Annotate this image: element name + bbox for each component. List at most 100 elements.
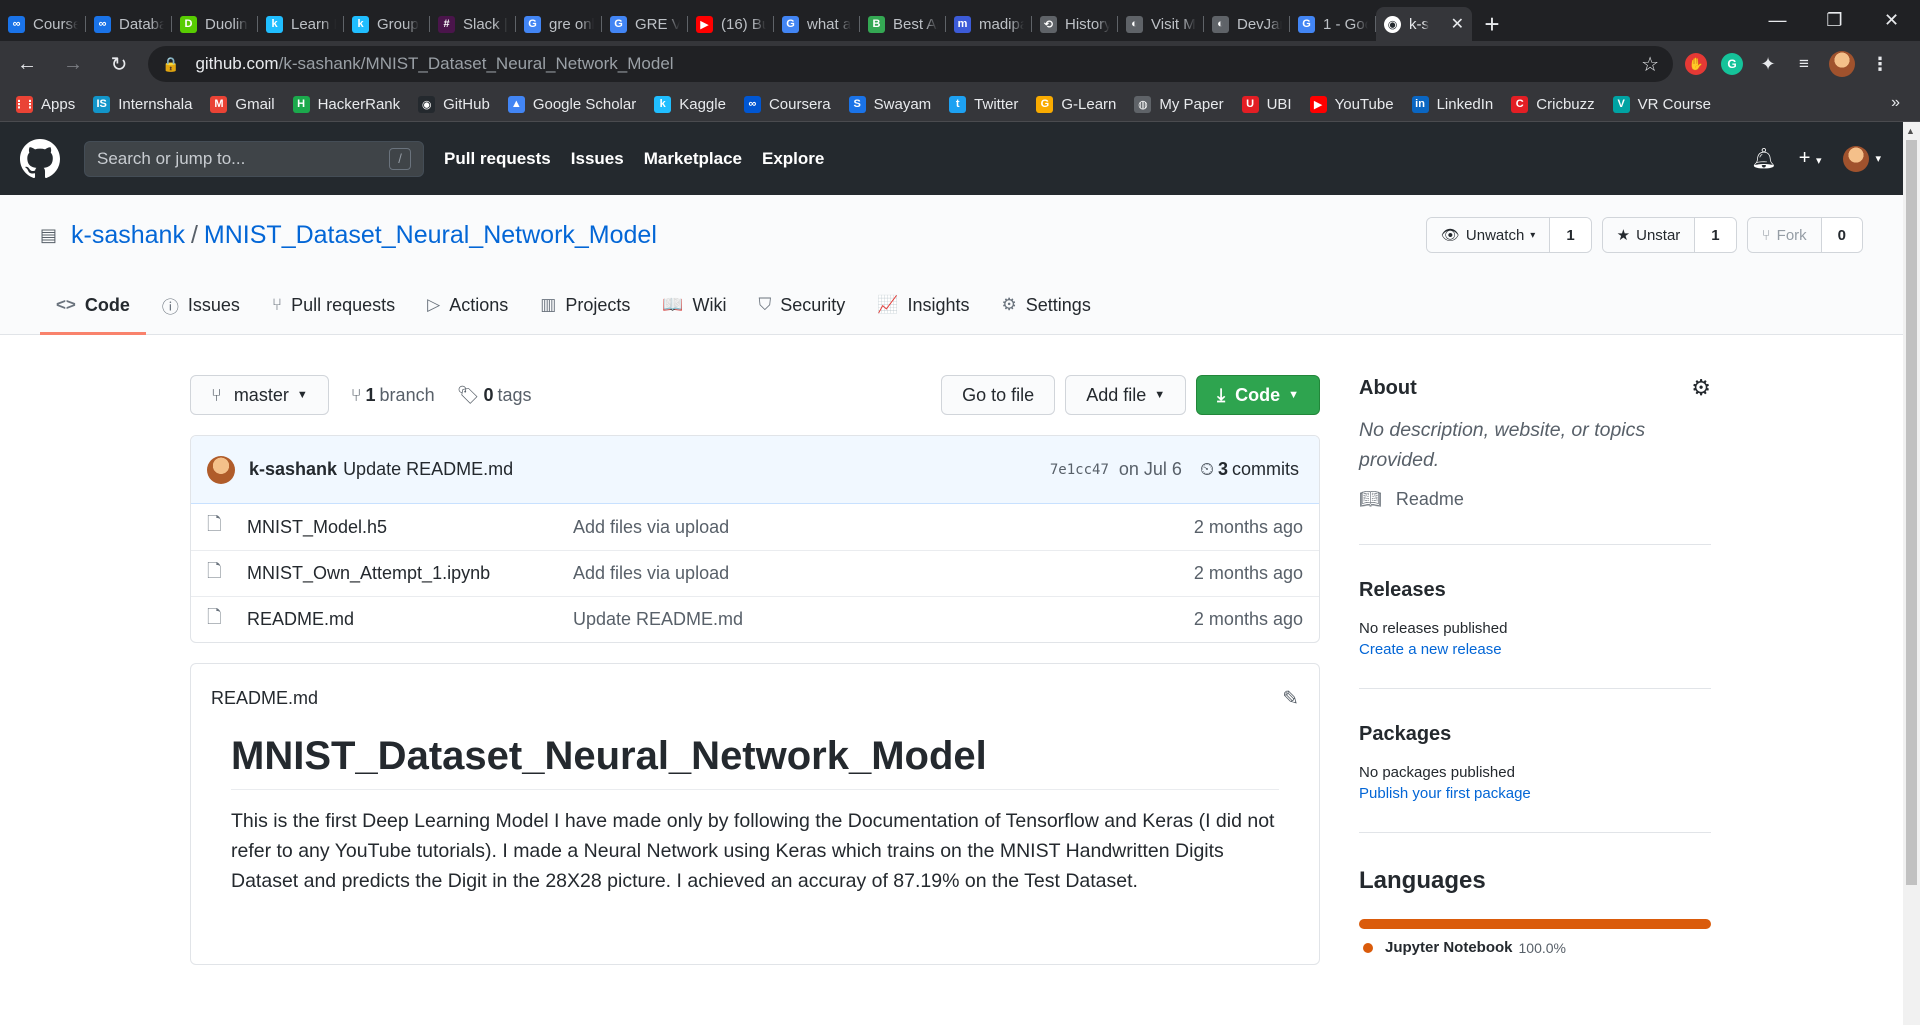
forward-button[interactable]: → bbox=[54, 45, 92, 83]
nav-issues[interactable]: Issues bbox=[571, 149, 624, 169]
bookmark-item[interactable]: V VR Course bbox=[1612, 95, 1711, 113]
readme-link[interactable]: 📖︎ Readme bbox=[1359, 489, 1711, 510]
commit-message[interactable]: Update README.md bbox=[343, 459, 513, 480]
tab-close-icon[interactable]: ✕ bbox=[1451, 14, 1464, 34]
chrome-menu-icon[interactable]: ⋮ bbox=[1869, 53, 1891, 75]
bookmark-item[interactable]: ▲ Google Scholar bbox=[507, 95, 636, 113]
bookmark-item[interactable]: ▶ YouTube bbox=[1309, 95, 1394, 113]
branches-link[interactable]: ⑂ 1 branch bbox=[351, 385, 435, 406]
scroll-up-arrow-icon[interactable]: ▲ bbox=[1906, 126, 1915, 136]
puzzle-extensions-icon[interactable]: ✦ bbox=[1757, 53, 1779, 75]
bookmark-item[interactable]: ◍ My Paper bbox=[1134, 95, 1224, 113]
browser-tab[interactable]: ◐ Visit M bbox=[1118, 7, 1204, 41]
packages-title[interactable]: Packages bbox=[1359, 723, 1711, 746]
browser-tab[interactable]: ∞ Course bbox=[0, 7, 86, 41]
language-item[interactable]: Jupyter Notebook 100.0% bbox=[1359, 939, 1711, 956]
tab-security[interactable]: ⛉ Security bbox=[743, 276, 862, 334]
media-control-icon[interactable]: ≡ bbox=[1793, 53, 1815, 75]
fork-button[interactable]: ⑂ Fork bbox=[1747, 218, 1822, 252]
browser-tab[interactable]: Ggre onl bbox=[516, 7, 602, 41]
notifications-bell-icon[interactable]: 🔔︎ bbox=[1751, 146, 1776, 171]
nav-explore[interactable]: Explore bbox=[762, 149, 824, 169]
address-bar[interactable]: 🔒 github.com/k-sashank/MNIST_Dataset_Neu… bbox=[148, 46, 1673, 82]
bookmarks-overflow-button[interactable]: » bbox=[1891, 94, 1900, 112]
star-count[interactable]: 1 bbox=[1695, 218, 1736, 252]
bookmark-item[interactable]: t Twitter bbox=[949, 95, 1018, 113]
browser-tab[interactable]: # Slack | bbox=[430, 7, 516, 41]
browser-tab[interactable]: G GRE Ve bbox=[602, 7, 688, 41]
bookmark-item[interactable]: C Cricbuzz bbox=[1511, 95, 1595, 113]
github-search-input[interactable]: Search or jump to... / bbox=[84, 140, 424, 177]
gear-icon[interactable]: ⚙ bbox=[1691, 375, 1711, 401]
branch-select-button[interactable]: ⑂ master ▼ bbox=[190, 375, 329, 415]
tab-issues[interactable]: ⓘ Issues bbox=[146, 276, 256, 334]
watch-count[interactable]: 1 bbox=[1550, 218, 1591, 252]
file-name-link[interactable]: MNIST_Model.h5 bbox=[247, 517, 573, 538]
repo-owner-link[interactable]: k-sashank bbox=[71, 221, 185, 250]
browser-tab[interactable]: ◐ DevJan bbox=[1204, 7, 1290, 41]
browser-tab[interactable]: k Group bbox=[344, 7, 430, 41]
add-file-button[interactable]: Add file ▼ bbox=[1065, 375, 1187, 415]
bookmark-item[interactable]: M Gmail bbox=[210, 95, 275, 113]
browser-profile-avatar[interactable] bbox=[1829, 51, 1855, 77]
grammarly-extension-icon[interactable]: G bbox=[1721, 53, 1743, 75]
file-commit-message[interactable]: Add files via upload bbox=[573, 563, 729, 584]
bookmark-star-icon[interactable]: ☆ bbox=[1641, 52, 1659, 77]
tab-insights[interactable]: 📈 Insights bbox=[861, 276, 985, 334]
browser-tab[interactable]: B Best Ar bbox=[860, 7, 946, 41]
browser-tab[interactable]: m madipa bbox=[946, 7, 1032, 41]
bookmark-item[interactable]: k Kaggle bbox=[654, 95, 726, 113]
minimize-button[interactable]: — bbox=[1749, 0, 1806, 41]
nav-marketplace[interactable]: Marketplace bbox=[644, 149, 742, 169]
page-scrollbar[interactable]: ▲ bbox=[1903, 122, 1920, 1025]
scrollbar-thumb[interactable] bbox=[1906, 140, 1917, 885]
nav-pull-requests[interactable]: Pull requests bbox=[444, 149, 551, 169]
reload-button[interactable]: ↻ bbox=[100, 45, 138, 83]
file-name-link[interactable]: MNIST_Own_Attempt_1.ipynb bbox=[247, 563, 573, 584]
releases-title[interactable]: Releases bbox=[1359, 579, 1711, 602]
browser-tab[interactable]: D Duolin bbox=[172, 7, 258, 41]
commits-link[interactable]: ⏲ 3 commits bbox=[1200, 459, 1299, 480]
new-tab-button[interactable]: + bbox=[1472, 7, 1512, 41]
bookmark-item[interactable]: ◉ GitHub bbox=[418, 95, 490, 113]
go-to-file-button[interactable]: Go to file bbox=[941, 375, 1056, 415]
browser-tab[interactable]: ⟲ History bbox=[1032, 7, 1118, 41]
unstar-button[interactable]: ★ Unstar bbox=[1602, 218, 1696, 252]
pencil-edit-icon[interactable]: ✎ bbox=[1282, 686, 1299, 711]
avatar[interactable] bbox=[207, 455, 235, 484]
tab-settings[interactable]: ⚙ Settings bbox=[986, 276, 1107, 334]
restore-button[interactable]: ❐ bbox=[1806, 0, 1863, 41]
bookmark-item[interactable]: G G-Learn bbox=[1036, 95, 1116, 113]
browser-tab[interactable]: ∞ Databa bbox=[86, 7, 172, 41]
adblock-extension-icon[interactable]: ✋ bbox=[1685, 53, 1707, 75]
browser-tab[interactable]: G 1 - Goo bbox=[1290, 7, 1376, 41]
create-release-link[interactable]: Create a new release bbox=[1359, 641, 1711, 658]
code-download-button[interactable]: ⤓ Code ▼ bbox=[1196, 375, 1320, 415]
bookmark-item[interactable]: H HackerRank bbox=[292, 95, 400, 113]
file-commit-message[interactable]: Update README.md bbox=[573, 609, 743, 630]
repo-name-link[interactable]: MNIST_Dataset_Neural_Network_Model bbox=[204, 221, 657, 250]
bookmark-item[interactable]: S Swayam bbox=[848, 95, 931, 113]
tab-pull-requests[interactable]: ⑂ Pull requests bbox=[256, 276, 411, 334]
bookmark-item[interactable]: in LinkedIn bbox=[1411, 95, 1493, 113]
browser-tab[interactable]: Gwhat a bbox=[774, 7, 860, 41]
tab-wiki[interactable]: 📖 Wiki bbox=[646, 276, 742, 334]
tab-actions[interactable]: ▷ Actions bbox=[411, 276, 524, 334]
browser-tab[interactable]: ▶ (16) Bu bbox=[688, 7, 774, 41]
commit-author[interactable]: k-sashank bbox=[249, 459, 337, 480]
tab-code[interactable]: <> Code bbox=[40, 276, 146, 335]
tab-projects[interactable]: ▥ Projects bbox=[524, 276, 646, 334]
back-button[interactable]: ← bbox=[8, 45, 46, 83]
file-commit-message[interactable]: Add files via upload bbox=[573, 517, 729, 538]
browser-tab[interactable]: k Learn I bbox=[258, 7, 344, 41]
user-menu[interactable]: ▾ bbox=[1843, 145, 1881, 172]
unwatch-button[interactable]: 👁︎ Unwatch ▾ bbox=[1426, 218, 1551, 252]
publish-package-link[interactable]: Publish your first package bbox=[1359, 785, 1711, 802]
file-name-link[interactable]: README.md bbox=[247, 609, 573, 630]
create-new-plus-icon[interactable]: + ▾ bbox=[1799, 147, 1822, 170]
close-window-button[interactable]: ✕ bbox=[1863, 0, 1920, 41]
commit-sha[interactable]: 7e1cc47 bbox=[1050, 462, 1109, 478]
bookmark-item[interactable]: ⋮⋮ Apps bbox=[14, 95, 75, 113]
tags-link[interactable]: 🏷︎ 0 tags bbox=[457, 385, 532, 406]
bookmark-item[interactable]: U UBI bbox=[1241, 95, 1292, 113]
